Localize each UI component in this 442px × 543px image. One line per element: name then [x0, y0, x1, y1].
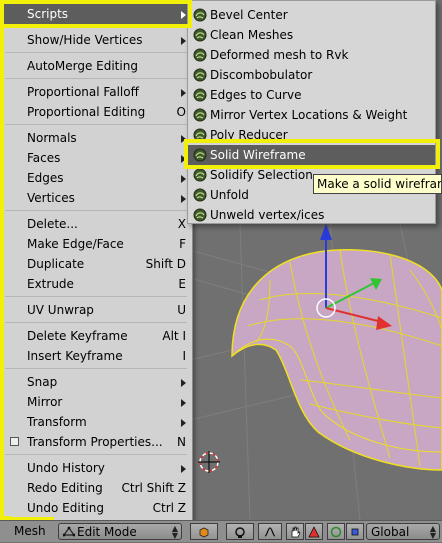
python-script-icon [193, 108, 207, 122]
menu-item-mirror[interactable]: Mirror [0, 392, 192, 412]
menu-item-redo-editing[interactable]: Redo Editing Ctrl Shift Z [0, 478, 192, 498]
script-item-clean-meshes[interactable]: Clean Meshes [188, 25, 435, 45]
tooltip: Make a solid wireframe copy of this mesh [313, 174, 442, 194]
submenu-arrow-icon [181, 89, 186, 97]
proportional-icon [264, 527, 276, 537]
python-script-icon [193, 188, 207, 202]
manipulator-toggle[interactable] [286, 523, 304, 540]
mesh-menu: Scripts Show/Hide Vertices AutoMerge Edi… [0, 0, 193, 520]
menu-separator [5, 210, 187, 211]
menu-item-scripts[interactable]: Scripts [0, 4, 192, 24]
solid-cube-icon [199, 527, 209, 538]
orientation-selector[interactable]: Global ▲ ▼ [366, 523, 440, 540]
submenu-arrow-icon [181, 37, 186, 45]
menu-separator [5, 78, 187, 79]
mesh-menu-button[interactable]: Mesh [10, 523, 50, 540]
script-item-deformed-mesh-to-rvk[interactable]: Deformed mesh to Rvk [188, 45, 435, 65]
python-script-icon [193, 28, 207, 42]
menu-item-extrude[interactable]: Extrude E [0, 274, 192, 294]
menu-item-proportional-falloff[interactable]: Proportional Falloff [0, 82, 192, 102]
menu-separator [5, 454, 187, 455]
submenu-arrow-icon [181, 399, 186, 407]
rotate-manipulator-button[interactable] [327, 523, 345, 540]
menu-item-show-hide-vertices[interactable]: Show/Hide Vertices [0, 30, 192, 50]
translate-manipulator-button[interactable] [305, 523, 323, 540]
scale-square-icon [351, 528, 359, 536]
proportional-edit-button[interactable] [258, 523, 282, 540]
submenu-arrow-icon [181, 195, 186, 203]
pivot-selector[interactable] [226, 523, 254, 540]
dome-mesh[interactable] [231, 249, 442, 471]
mode-selector[interactable]: Edit Mode ▲ ▼ [58, 523, 182, 540]
script-item-unweld-vertices[interactable]: Unweld vertex/ices [188, 205, 435, 225]
python-script-icon [193, 88, 207, 102]
python-script-icon [193, 208, 207, 222]
edit-mode-icon [63, 526, 75, 537]
menu-item-undo-history[interactable]: Undo History [0, 458, 192, 478]
scale-manipulator-button[interactable] [346, 523, 364, 540]
hand-icon [291, 526, 301, 538]
submenu-arrow-icon [181, 419, 186, 427]
3d-view-header: Mesh Edit Mode ▲ ▼ Global ▲ ▼ [0, 520, 442, 542]
triangle-icon [308, 526, 320, 538]
menu-separator [5, 296, 187, 297]
menu-item-transform-properties[interactable]: Transform Properties... N [0, 432, 192, 452]
script-item-edges-to-curve[interactable]: Edges to Curve [188, 85, 435, 105]
menu-item-transform[interactable]: Transform [0, 412, 192, 432]
menu-separator [5, 124, 187, 125]
menu-separator [5, 368, 187, 369]
menu-item-duplicate[interactable]: Duplicate Shift D [0, 254, 192, 274]
python-script-icon [193, 68, 207, 82]
menu-item-make-edge-face[interactable]: Make Edge/Face F [0, 234, 192, 254]
script-item-discombobulator[interactable]: Discombobulator [188, 65, 435, 85]
menu-item-proportional-editing[interactable]: Proportional Editing O [0, 102, 192, 122]
submenu-arrow-icon [181, 155, 186, 163]
menu-item-automerge-editing[interactable]: AutoMerge Editing [0, 56, 192, 76]
menu-separator [5, 52, 187, 53]
3d-cursor[interactable] [198, 451, 220, 473]
pivot-icon [235, 527, 245, 538]
python-script-icon [193, 128, 207, 142]
menu-item-undo-editing[interactable]: Undo Editing Ctrl Z [0, 498, 192, 518]
script-item-mirror-vertex-locations[interactable]: Mirror Vertex Locations & Weight [188, 105, 435, 125]
submenu-arrow-icon [181, 465, 186, 473]
submenu-arrow-icon [181, 175, 186, 183]
menu-item-vertices[interactable]: Vertices [0, 188, 192, 208]
updown-arrows-icon: ▲ ▼ [429, 524, 436, 540]
script-item-poly-reducer[interactable]: Poly Reducer [188, 125, 435, 145]
menu-item-edges[interactable]: Edges [0, 168, 192, 188]
submenu-arrow-icon [181, 11, 186, 19]
submenu-arrow-icon [181, 379, 186, 387]
menu-separator [5, 26, 187, 27]
menu-item-snap[interactable]: Snap [0, 372, 192, 392]
menu-item-faces[interactable]: Faces [0, 148, 192, 168]
updown-arrows-icon: ▲ ▼ [171, 524, 178, 540]
menu-item-uv-unwrap[interactable]: UV Unwrap U [0, 300, 192, 320]
draw-type-selector[interactable] [190, 523, 218, 540]
script-item-solid-wireframe[interactable]: Solid Wireframe [188, 145, 435, 165]
python-script-icon [193, 168, 207, 182]
rotate-circle-icon [330, 526, 342, 538]
python-script-icon [193, 148, 207, 162]
menu-item-insert-keyframe[interactable]: Insert Keyframe I [0, 346, 192, 366]
menu-item-delete-keyframe[interactable]: Delete Keyframe Alt I [0, 326, 192, 346]
submenu-arrow-icon [181, 135, 186, 143]
menu-item-normals[interactable]: Normals [0, 128, 192, 148]
script-item-bevel-center[interactable]: Bevel Center [188, 5, 435, 25]
python-script-icon [193, 48, 207, 62]
menu-separator [5, 322, 187, 323]
tooltip-text: Make a solid wireframe copy of this mesh [317, 177, 441, 191]
python-script-icon [193, 8, 207, 22]
checkbox-icon[interactable] [10, 437, 19, 446]
menu-item-delete[interactable]: Delete... X [0, 214, 192, 234]
